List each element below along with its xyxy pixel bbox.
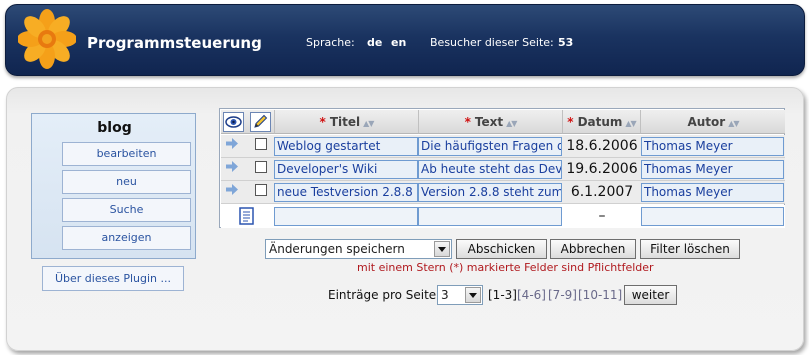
sort-arrows-icon[interactable]: ▲▼ — [728, 119, 739, 128]
new-title-input[interactable] — [274, 207, 418, 226]
cell-title[interactable]: neue Testversion 2.8.8 — [274, 183, 418, 202]
new-document-icon[interactable] — [237, 206, 257, 226]
column-header-author[interactable]: Autor ▲▼ — [641, 110, 785, 134]
required-marker: * — [567, 115, 574, 129]
required-fields-note: mit einem Stern (*) markierte Felder sin… — [357, 261, 654, 274]
page-link[interactable]: [4-6] — [517, 288, 546, 302]
column-label-author: Autor — [687, 115, 726, 129]
show-button[interactable]: anzeigen — [62, 226, 191, 250]
column-header-text[interactable]: * Text ▲▼ — [419, 110, 563, 134]
required-marker: * — [464, 115, 471, 129]
language-label: Sprache: — [306, 36, 355, 49]
chevron-down-icon[interactable] — [434, 241, 450, 257]
sort-arrows-icon[interactable]: ▲▼ — [625, 119, 636, 128]
cell-title[interactable]: Weblog gestartet — [274, 137, 418, 156]
view-icon[interactable] — [223, 112, 244, 132]
cell-author[interactable]: Thomas Meyer — [641, 160, 784, 179]
edit-pencil-icon[interactable] — [250, 112, 271, 132]
new-date-placeholder: – — [598, 208, 606, 224]
new-author-input[interactable] — [641, 207, 784, 226]
next-page-button[interactable]: weiter — [624, 285, 677, 305]
cell-text[interactable]: Version 2.8.8 steht zum D — [418, 183, 562, 202]
sort-arrows-icon[interactable]: ▲▼ — [506, 119, 517, 128]
cell-title[interactable]: Developer's Wiki — [274, 160, 418, 179]
cancel-button[interactable]: Abbrechen — [550, 239, 636, 259]
column-label-date: Datum — [577, 115, 623, 129]
header-bar: Programmsteuerung Sprache: de en Besuche… — [5, 4, 805, 76]
sort-arrows-icon[interactable]: ▲▼ — [363, 119, 374, 128]
cell-text[interactable]: Ab heute steht das Deve — [418, 160, 562, 179]
required-marker: * — [319, 115, 326, 129]
per-page-label: Einträge pro Seite — [328, 288, 437, 302]
sunflower-logo-icon — [18, 9, 76, 69]
plugin-title: blog — [97, 120, 132, 136]
row-checkbox[interactable] — [255, 161, 267, 173]
row-arrow-icon[interactable] — [226, 184, 238, 195]
visitors-label: Besucher dieser Seite: — [430, 36, 554, 49]
cell-author[interactable]: Thomas Meyer — [641, 137, 784, 156]
cell-date: 6.1.2007 — [570, 184, 634, 200]
page-link[interactable]: [10-11] — [578, 288, 622, 302]
new-text-input[interactable] — [418, 207, 562, 226]
cell-author[interactable]: Thomas Meyer — [641, 183, 784, 202]
column-label-title: Titel — [329, 115, 361, 129]
column-header-date[interactable]: * Datum ▲▼ — [563, 110, 641, 134]
new-button[interactable]: neu — [62, 170, 191, 194]
per-page-select[interactable]: 3 — [437, 285, 483, 305]
plugin-menu-box: blog bearbeiten neu Suche anzeigen — [31, 113, 196, 259]
submit-button[interactable]: Abschicken — [456, 239, 547, 259]
app-title: Programmsteuerung — [87, 34, 262, 52]
cell-date: 18.6.2006 — [566, 138, 638, 154]
column-header-title[interactable]: * Titel ▲▼ — [275, 110, 419, 134]
cell-text[interactable]: Die häufigsten Fragen d — [418, 137, 562, 156]
visitors-count: 53 — [558, 36, 574, 49]
language-en-link[interactable]: en — [391, 36, 406, 49]
row-arrow-icon[interactable] — [226, 138, 238, 149]
page-link[interactable]: [7-9] — [548, 288, 577, 302]
blog-entries-table: * Titel ▲▼ * Text ▲▼ * Datum ▲▼ Autor ▲▼ Weblog… — [219, 108, 785, 228]
row-checkbox[interactable] — [255, 138, 267, 150]
action-select[interactable]: Änderungen speichern — [265, 239, 452, 259]
current-page: [1-3] — [488, 288, 517, 302]
row-arrow-icon[interactable] — [226, 161, 238, 172]
column-label-text: Text — [474, 115, 504, 129]
clear-filter-button[interactable]: Filter löschen — [640, 239, 740, 259]
about-plugin-button[interactable]: Über dieses Plugin ... — [42, 266, 184, 291]
per-page-value: 3 — [441, 288, 449, 302]
edit-button[interactable]: bearbeiten — [62, 142, 191, 166]
cell-date: 19.6.2006 — [566, 161, 638, 177]
language-de-link[interactable]: de — [367, 36, 382, 49]
search-button[interactable]: Suche — [62, 198, 191, 222]
row-checkbox[interactable] — [255, 184, 267, 196]
chevron-down-icon[interactable] — [465, 287, 481, 303]
action-select-value: Änderungen speichern — [269, 242, 405, 256]
